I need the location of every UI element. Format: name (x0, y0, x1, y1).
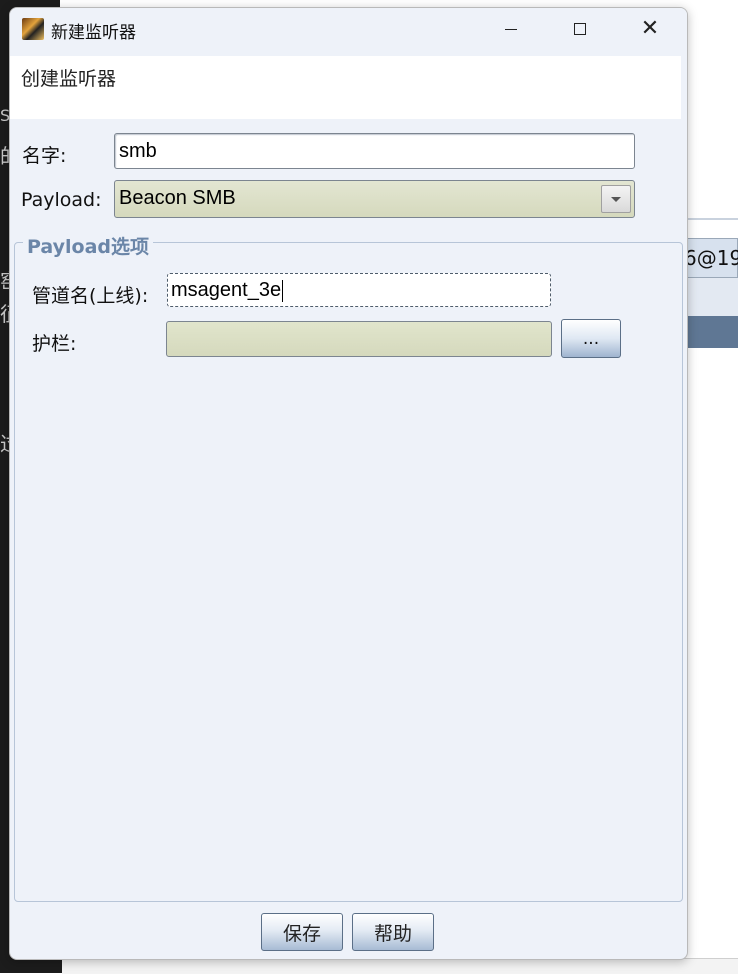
background-table-row (684, 278, 738, 316)
pipe-name-input[interactable]: msagent_3e (167, 273, 551, 307)
payload-options-title: Payload选项 (23, 232, 154, 259)
help-button[interactable]: 帮助 (352, 913, 434, 951)
window-title: 新建监听器 (51, 23, 136, 43)
payload-selected-value: Beacon SMB (119, 187, 236, 209)
background-divider (684, 218, 738, 220)
payload-dropdown-button[interactable] (601, 185, 631, 213)
payload-select[interactable]: Beacon SMB (114, 180, 635, 218)
guardrails-input[interactable] (166, 321, 552, 357)
background-table-row-selected (684, 316, 738, 348)
payload-label: Payload: (21, 189, 102, 211)
close-button[interactable]: ✕ (620, 8, 680, 50)
maximize-icon (574, 23, 586, 35)
pipe-name-value: msagent_3e (171, 279, 282, 301)
chevron-down-icon (611, 196, 621, 202)
name-input[interactable]: smb (114, 133, 635, 169)
save-button[interactable]: 保存 (261, 913, 343, 951)
name-label: 名字: (22, 145, 67, 167)
guardrails-browse-button[interactable]: ... (561, 319, 621, 358)
minimize-button[interactable] (481, 8, 541, 50)
close-icon: ✕ (640, 16, 660, 41)
new-listener-dialog: 新建监听器 ✕ 创建监听器 名字: smb Payload: Beacon SM… (9, 7, 688, 960)
minimize-icon (505, 28, 517, 30)
header-panel: 创建监听器 (10, 56, 681, 119)
background-table-cell-text: 6@19 (684, 246, 738, 270)
maximize-button[interactable] (550, 8, 610, 50)
pipe-name-label: 管道名(上线): (32, 285, 149, 307)
background-app-footer (62, 958, 738, 974)
app-icon (22, 18, 44, 40)
title-bar[interactable]: 新建监听器 ✕ (10, 8, 687, 54)
text-cursor (282, 279, 284, 302)
dialog-heading: 创建监听器 (21, 68, 117, 90)
guardrails-label: 护栏: (32, 333, 77, 355)
